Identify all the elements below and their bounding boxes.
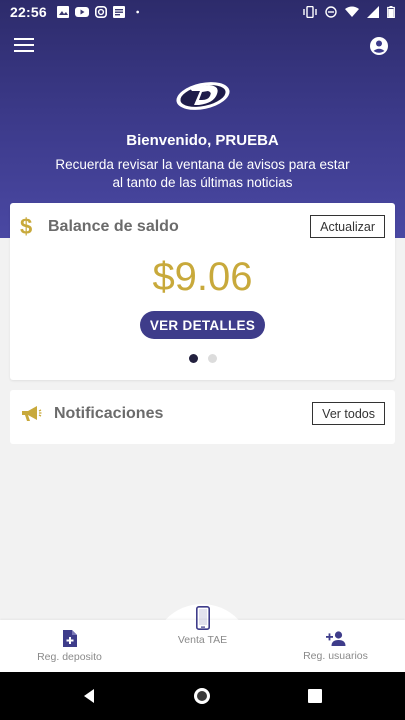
welcome-title: Bienvenido, PRUEBA: [126, 132, 279, 149]
view-details-button[interactable]: VER DETALLES: [140, 311, 265, 339]
battery-icon: [387, 6, 395, 18]
phone-icon: [195, 606, 210, 630]
notifications-card: Notificaciones Ver todos: [10, 390, 395, 444]
add-user-icon: [325, 631, 345, 646]
recents-icon[interactable]: [305, 686, 325, 706]
nav-label: Venta TAE: [177, 634, 228, 646]
dot-icon: [136, 10, 139, 14]
menu-icon[interactable]: [14, 38, 36, 54]
image-icon: [56, 6, 69, 18]
carousel-dot[interactable]: [207, 354, 217, 363]
add-document-icon: [62, 630, 77, 647]
notifications-title: Notificaciones: [54, 405, 164, 422]
balance-card: $ Balance de saldo Actualizar $9.06 VER …: [10, 203, 395, 380]
wifi-icon: [345, 6, 359, 17]
bottom-nav: Reg. deposito Venta TAE Reg. usuarios: [0, 606, 405, 672]
nav-reg-usuarios[interactable]: Reg. usuarios: [268, 620, 403, 672]
carousel-dot[interactable]: [188, 354, 198, 363]
balance-amount: $9.06: [152, 255, 253, 299]
home-icon[interactable]: [192, 686, 212, 706]
nav-reg-deposito[interactable]: Reg. deposito: [2, 620, 137, 672]
brand-logo: [176, 82, 230, 110]
instagram-icon: [94, 6, 107, 18]
dnd-icon: [325, 6, 337, 18]
view-all-button[interactable]: Ver todos: [312, 402, 385, 425]
nav-label: Reg. deposito: [37, 651, 102, 663]
youtube-icon: [74, 7, 89, 17]
status-time: 22:56: [10, 4, 47, 20]
account-icon[interactable]: [369, 36, 389, 56]
dollar-icon: $: [20, 214, 33, 239]
app-toolbar: [0, 34, 405, 60]
carousel-indicator: [10, 354, 395, 363]
back-icon[interactable]: [80, 686, 100, 706]
nav-label: Reg. usuarios: [303, 650, 368, 662]
megaphone-icon: [22, 406, 42, 421]
nav-venta-tae[interactable]: Venta TAE: [135, 606, 270, 672]
signal-icon: [367, 6, 379, 18]
balance-card-title: Balance de saldo: [48, 218, 179, 235]
vibrate-icon: [303, 6, 317, 18]
welcome-subtitle: Recuerda revisar la ventana de avisos pa…: [55, 157, 350, 190]
document-icon: [112, 6, 125, 18]
android-navigation-bar: [0, 672, 405, 720]
status-bar: 22:56: [0, 0, 405, 24]
refresh-button[interactable]: Actualizar: [310, 215, 385, 238]
